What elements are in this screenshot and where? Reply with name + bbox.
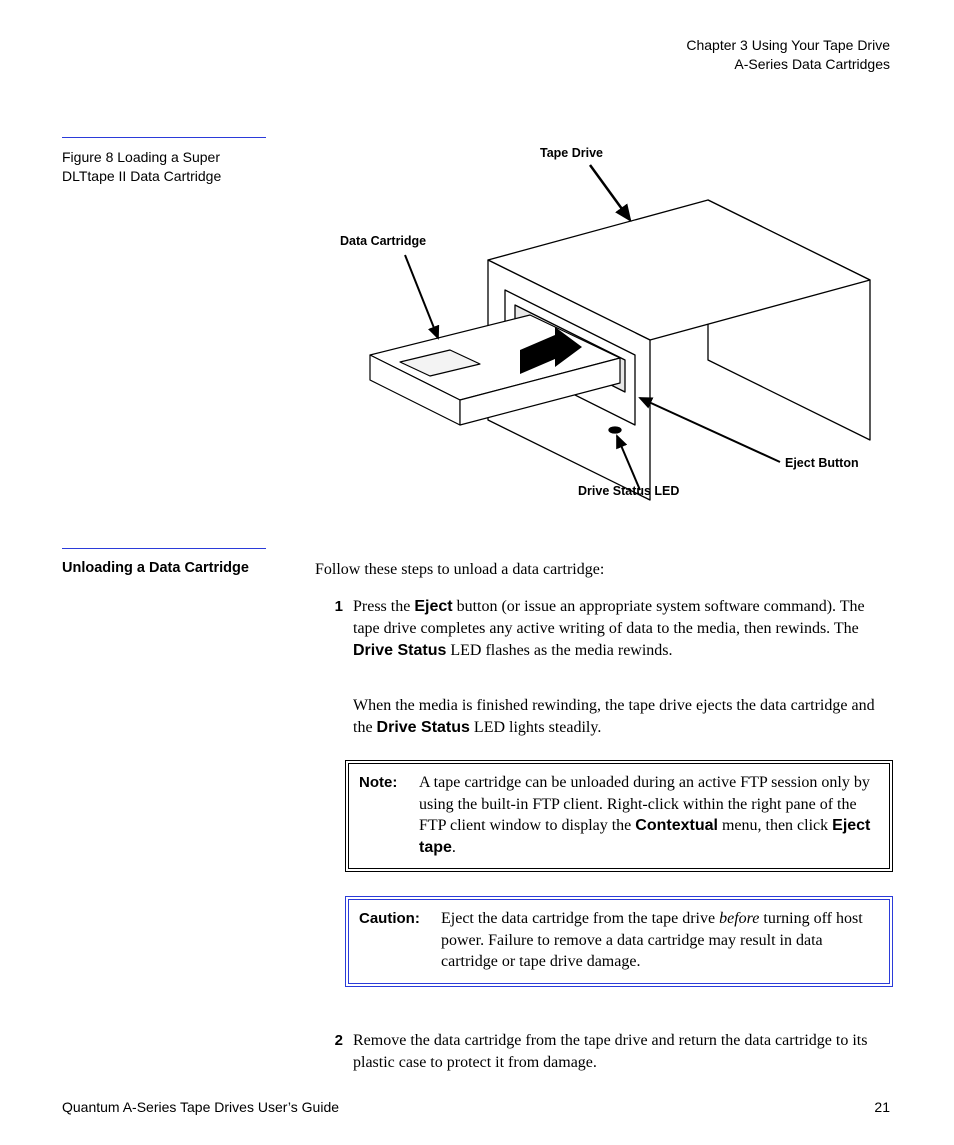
figure-caption: Figure 8 Loading a Super DLTtape II Data… (62, 148, 262, 186)
before-term: before (719, 910, 759, 927)
callout-data-cartridge: Data Cartridge (340, 234, 426, 248)
figure-diagram: Tape Drive Data Cartridge Drive Status L… (310, 140, 890, 520)
callout-tape-drive: Tape Drive (540, 146, 603, 160)
step-1: 1 Press the Eject button (or issue an ap… (315, 596, 895, 662)
drive-status-term-2: Drive Status (377, 719, 470, 736)
eject-term: Eject (414, 598, 452, 615)
note-box: Note: A tape cartridge can be unloaded d… (345, 760, 893, 872)
note-label: Note: (359, 772, 419, 858)
caution-box: Caution: Eject the data cartridge from t… (345, 896, 893, 987)
step-2-body: Remove the data cartridge from the tape … (343, 1030, 895, 1074)
callout-eject-button: Eject Button (785, 456, 859, 470)
intro-text: Follow these steps to unload a data cart… (315, 559, 895, 581)
rule-figure (62, 137, 266, 138)
chapter-line: Chapter 3 Using Your Tape Drive (686, 36, 890, 55)
step-2-number: 2 (315, 1030, 343, 1074)
rule-sidebar (62, 548, 266, 549)
page-header: Chapter 3 Using Your Tape Drive A-Series… (686, 36, 890, 74)
page-number: 21 (874, 1099, 890, 1115)
caution-body: Eject the data cartridge from the tape d… (441, 908, 879, 973)
step-1-body: Press the Eject button (or issue an appr… (343, 596, 895, 662)
footer-title: Quantum A-Series Tape Drives User’s Guid… (62, 1099, 339, 1115)
sidebar-heading: Unloading a Data Cartridge (62, 559, 262, 578)
callout-drive-status-led: Drive Status LED (578, 484, 679, 498)
step-1-followup: When the media is finished rewinding, th… (353, 695, 895, 739)
section-line: A-Series Data Cartridges (686, 55, 890, 74)
contextual-term: Contextual (635, 817, 718, 834)
caution-label: Caution: (359, 908, 441, 973)
step-2: 2 Remove the data cartridge from the tap… (315, 1030, 895, 1074)
note-body: A tape cartridge can be unloaded during … (419, 772, 879, 858)
drive-status-term: Drive Status (353, 642, 446, 659)
step-1-number: 1 (315, 596, 343, 662)
